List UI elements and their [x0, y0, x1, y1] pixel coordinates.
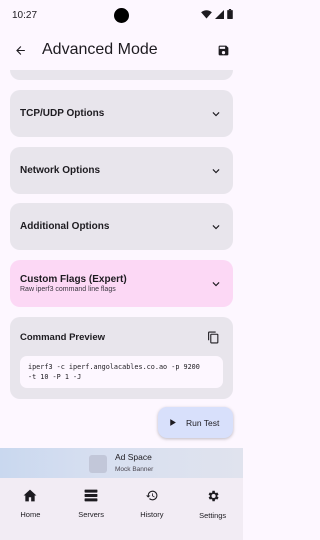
- chevron-down-icon: [212, 224, 220, 229]
- section-tcp-udp[interactable]: TCP/UDP Options: [10, 90, 233, 137]
- command-text: iperf3 -c iperf.angolacables.co.ao -p 92…: [20, 356, 223, 388]
- gear-icon: [208, 490, 219, 502]
- run-test-label: Run Test: [186, 417, 220, 428]
- ad-subtitle: Mock Banner: [115, 466, 154, 473]
- status-time: 10:27: [12, 9, 38, 21]
- section-custom-flags[interactable]: Custom Flags (Expert) Raw iperf3 command…: [10, 260, 233, 307]
- section-subtitle: Raw iperf3 command line flags: [20, 286, 116, 293]
- play-icon: [170, 419, 176, 426]
- nav-item-settings[interactable]: Settings: [182, 478, 243, 540]
- status-icons: [201, 9, 233, 19]
- battery-icon: [227, 9, 233, 19]
- copy-button[interactable]: [203, 327, 223, 347]
- history-icon: [145, 490, 158, 501]
- settings-scroll[interactable]: TCP/UDP Options Network Options Addition…: [0, 70, 243, 448]
- status-bar: 10:27: [0, 0, 243, 30]
- nav-label: History: [140, 510, 164, 519]
- wifi-icon: [201, 9, 212, 19]
- save-button[interactable]: [213, 40, 233, 60]
- nav-item-servers[interactable]: Servers: [61, 478, 122, 540]
- copy-icon: [207, 331, 218, 343]
- home-icon: [23, 489, 37, 502]
- save-icon: [218, 45, 228, 55]
- section-label: Additional Options: [20, 221, 110, 232]
- command-line: iperf3 -c iperf.angolacables.co.ao -p 92…: [28, 363, 200, 371]
- section-additional[interactable]: Additional Options: [10, 203, 233, 250]
- nav-item-home[interactable]: Home: [0, 478, 61, 540]
- run-test-button[interactable]: Run Test: [158, 407, 233, 438]
- previous-section-card[interactable]: [10, 70, 233, 80]
- nav-label: Settings: [199, 511, 227, 520]
- back-button[interactable]: [10, 40, 30, 60]
- chevron-down-icon: [212, 168, 220, 173]
- nav-label: Home: [20, 510, 41, 519]
- arrow-back-icon: [15, 45, 25, 55]
- app-bar: Advanced Mode: [0, 30, 243, 70]
- camera-cutout: [114, 8, 129, 23]
- command-preview-label: Command Preview: [20, 331, 105, 343]
- signal-icon: [215, 9, 224, 19]
- section-label: Network Options: [20, 165, 101, 176]
- chevron-down-icon: [212, 111, 220, 116]
- bottom-navigation: Home Servers History Settings: [0, 478, 243, 540]
- page-title: Advanced Mode: [42, 41, 158, 58]
- command-line: -t 10 -P 1 -J: [28, 373, 82, 381]
- ad-thumbnail: [89, 455, 107, 473]
- ad-title: Ad Space: [115, 452, 152, 462]
- section-label: TCP/UDP Options: [20, 108, 105, 119]
- ad-banner[interactable]: Ad Space Mock Banner: [0, 448, 243, 478]
- chevron-down-icon: [212, 281, 220, 286]
- nav-label: Servers: [78, 510, 105, 519]
- nav-item-history[interactable]: History: [122, 478, 183, 540]
- section-label: Custom Flags (Expert): [20, 274, 127, 285]
- command-preview-card: Command Preview iperf3 -c iperf.angolaca…: [10, 317, 233, 399]
- section-network[interactable]: Network Options: [10, 147, 233, 194]
- servers-icon: [84, 489, 98, 502]
